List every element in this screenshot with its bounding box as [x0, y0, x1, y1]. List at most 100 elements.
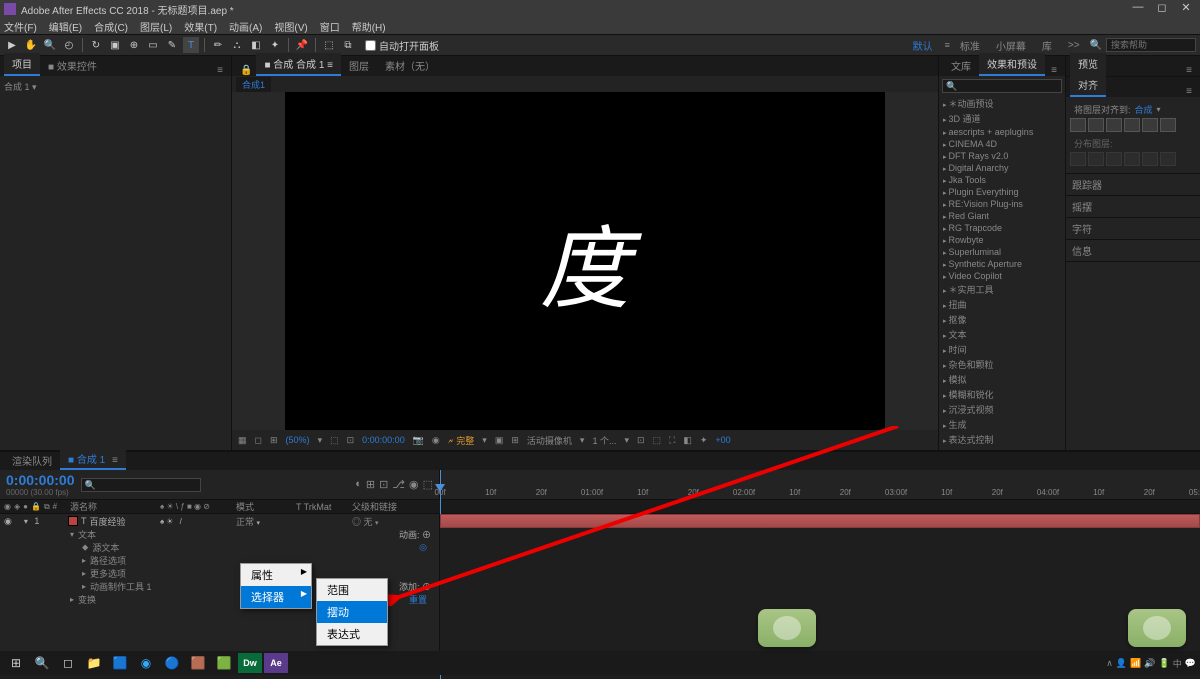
effect-category[interactable]: RG Trapcode [939, 222, 1065, 234]
tl-draft-icon[interactable]: ⊞ [366, 478, 375, 491]
after-effects-icon[interactable]: Ae [264, 653, 288, 673]
shape-tool-icon[interactable]: ▭ [145, 37, 161, 53]
app-3-icon[interactable]: 🔵 [160, 653, 184, 673]
workspace-small[interactable]: 小屏幕 [990, 36, 1032, 55]
eraser-tool-icon[interactable]: ◧ [248, 37, 264, 53]
camera-dd[interactable]: 活动摄像机 [527, 434, 572, 447]
col-trkmat[interactable]: T TrkMat [292, 500, 348, 513]
maximize-button[interactable]: ◻ [1152, 0, 1172, 14]
menu-view[interactable]: 视图(V) [274, 19, 307, 34]
menu-effect[interactable]: 效果(T) [184, 19, 217, 34]
tray-icon[interactable]: ∧ [1106, 658, 1113, 669]
tray-volume-icon[interactable]: 🔊 [1144, 658, 1155, 669]
menu-window[interactable]: 窗口 [320, 19, 340, 34]
hand-tool-icon[interactable]: ✋ [23, 37, 39, 53]
puppet-tool-icon[interactable]: 📌 [294, 37, 310, 53]
timeline-search-input[interactable] [81, 478, 201, 492]
layer-row[interactable]: ◉▾1 T 百度经验 ♠☀ / 正常 ▾ ◎ 无 ▾ [0, 514, 439, 528]
effect-category[interactable]: Digital Anarchy [939, 162, 1065, 174]
workspace-lib[interactable]: 库 [1036, 36, 1058, 55]
comp-breadcrumb[interactable]: 合成1 [236, 77, 271, 92]
menu-composition[interactable]: 合成(C) [94, 19, 128, 34]
res-icon[interactable]: ▾ [318, 435, 323, 446]
align-target-dd[interactable]: 合成 [1135, 103, 1153, 116]
ctx-selector[interactable]: 选择器▶ [241, 586, 311, 608]
align-left-icon[interactable] [1070, 118, 1086, 132]
tray-ime-icon[interactable]: 中 [1173, 657, 1182, 670]
zoom-level[interactable]: (50%) [286, 435, 310, 445]
blend-mode-dd[interactable]: 正常 [236, 517, 254, 527]
ctx-properties[interactable]: 属性▶ [241, 564, 311, 586]
effects-search-input[interactable] [942, 79, 1062, 93]
prop-path-options[interactable]: ▸路径选项 [0, 554, 439, 567]
panel-info[interactable]: 信息 [1066, 240, 1200, 261]
align-right-icon[interactable] [1106, 118, 1122, 132]
app-1-icon[interactable]: 🟦 [108, 653, 132, 673]
effect-category[interactable]: 杂色和颗粒 [939, 357, 1065, 372]
pen-tool-icon[interactable]: ✎ [164, 37, 180, 53]
tray-wifi-icon[interactable]: 📶 [1130, 658, 1141, 669]
timeline-timecode[interactable]: 0:00:00:00 [6, 472, 75, 488]
tab-project[interactable]: 项目 [4, 53, 40, 76]
panel-character[interactable]: 字符 [1066, 218, 1200, 239]
tab-comp-timeline[interactable]: ■ 合成 1 ≡ [60, 449, 126, 470]
selection-tool-icon[interactable]: ▶ [4, 37, 20, 53]
effect-category[interactable]: ＊动画预设 [939, 96, 1065, 111]
effect-category[interactable]: aescripts + aeplugins [939, 126, 1065, 138]
panel-menu-icon[interactable]: ≡ [217, 65, 227, 76]
effect-category[interactable]: Red Giant [939, 210, 1065, 222]
roi-icon[interactable]: ◻ [255, 435, 262, 446]
align-top-icon[interactable] [1124, 118, 1140, 132]
ctx-wiggle[interactable]: 摆动 [317, 601, 387, 623]
effect-category[interactable]: 过时 [939, 447, 1065, 450]
tl-3d-icon[interactable]: ⬚ [423, 478, 433, 491]
snap-icon[interactable]: ⧉ [340, 37, 356, 53]
project-content[interactable]: 合成 1 ▾ [0, 76, 231, 450]
effect-category[interactable]: 表达式控制 [939, 432, 1065, 447]
tl-motion-blur-icon[interactable]: ⊡ [379, 478, 388, 491]
workspace-default[interactable]: 默认 [907, 36, 939, 55]
lock-icon[interactable]: 🔒 [240, 65, 252, 76]
tab-align[interactable]: 对齐 [1070, 74, 1106, 97]
menu-file[interactable]: 文件(F) [4, 19, 37, 34]
dist-3-icon[interactable] [1106, 152, 1122, 166]
tl-shy-icon[interactable]: ◐ [355, 478, 362, 491]
app-5-icon[interactable]: 🟩 [212, 653, 236, 673]
effect-category[interactable]: Superluminal [939, 246, 1065, 258]
resolution-dd[interactable]: 🗲 完整 [448, 434, 475, 447]
tab-effects-presets[interactable]: 效果和预设 [979, 53, 1045, 76]
prop-source-text[interactable]: ⬥ 源文本◎ [0, 541, 439, 554]
effect-category[interactable]: 扭曲 [939, 297, 1065, 312]
tab-layer-view[interactable]: 图层 [341, 55, 377, 76]
panel-wiggler[interactable]: 摇摆 [1066, 196, 1200, 217]
tab-footage[interactable]: 素材（无） [377, 55, 443, 76]
stamp-tool-icon[interactable]: ⛬ [229, 37, 245, 53]
close-button[interactable]: ✕ [1176, 0, 1196, 14]
animate-button[interactable]: 动画: ⊕ [399, 528, 431, 541]
dist-4-icon[interactable] [1124, 152, 1140, 166]
col-parent[interactable]: 父级和链接 [348, 500, 438, 513]
tab-composition[interactable]: ■ 合成 合成 1 ≡ [256, 53, 341, 76]
exposure-value[interactable]: +00 [715, 435, 730, 445]
text-tool-icon[interactable]: T [183, 37, 199, 53]
align-vcenter-icon[interactable] [1142, 118, 1158, 132]
effect-category[interactable]: RE:Vision Plug-ins [939, 198, 1065, 210]
camera-tool-icon[interactable]: ▣ [107, 37, 123, 53]
app-2-icon[interactable]: ◉ [134, 653, 158, 673]
parent-dd[interactable]: 无 [364, 517, 373, 527]
dist-1-icon[interactable] [1070, 152, 1086, 166]
orbit-tool-icon[interactable]: ◴ [61, 37, 77, 53]
channel-icon[interactable]: ⬚ [330, 435, 339, 446]
effect-category[interactable]: 生成 [939, 417, 1065, 432]
menu-help[interactable]: 帮助(H) [352, 19, 386, 34]
explorer-icon[interactable]: 📁 [82, 653, 106, 673]
rotate-tool-icon[interactable]: ↻ [88, 37, 104, 53]
grid-icon[interactable]: ⊞ [270, 435, 278, 446]
effect-category[interactable]: CINEMA 4D [939, 138, 1065, 150]
effect-category[interactable]: Plugin Everything [939, 186, 1065, 198]
add-button[interactable]: 添加: ⊕ [399, 580, 431, 593]
magnify-icon[interactable]: ▦ [238, 435, 247, 446]
roto-tool-icon[interactable]: ✦ [267, 37, 283, 53]
tray-battery-icon[interactable]: 🔋 [1159, 658, 1170, 669]
composition-stage[interactable]: 度 [232, 92, 938, 430]
